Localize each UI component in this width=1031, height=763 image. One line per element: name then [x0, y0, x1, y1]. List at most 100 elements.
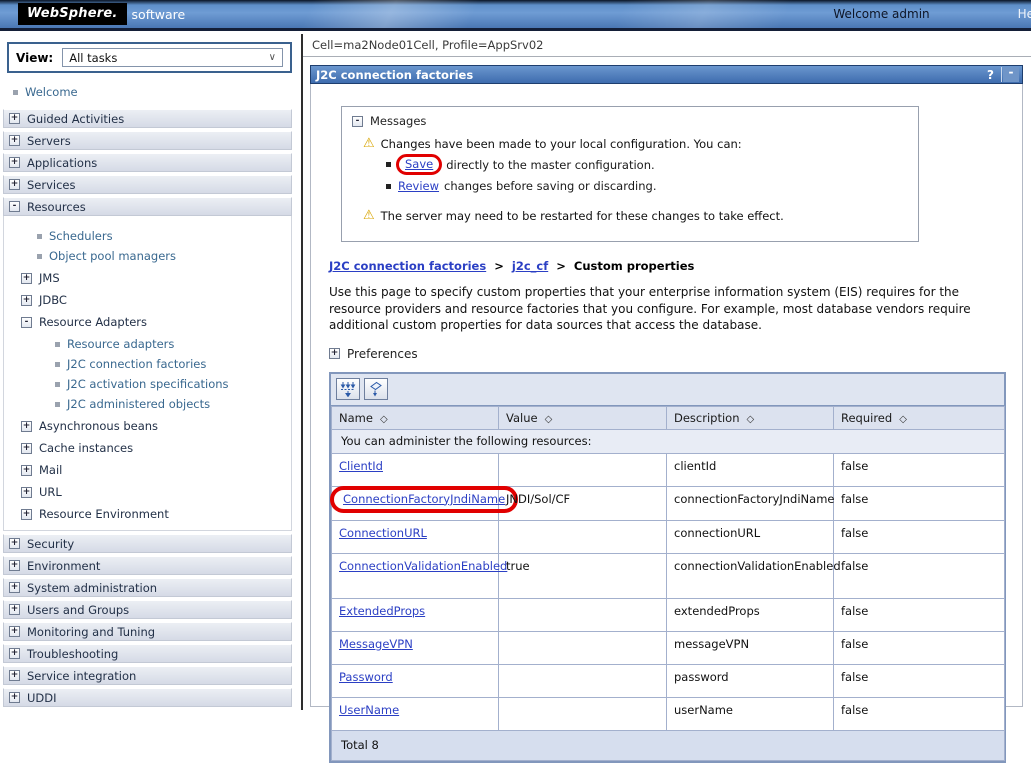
- chevron-down-icon: ∨: [269, 52, 276, 63]
- preferences-toggle[interactable]: + Preferences: [329, 347, 1022, 361]
- expand-icon[interactable]: +: [21, 421, 32, 432]
- sidebar-item-object-pool-managers[interactable]: Object pool managers: [4, 249, 291, 263]
- expand-icon[interactable]: +: [9, 560, 20, 571]
- sidebar-item-schedulers[interactable]: Schedulers: [4, 229, 291, 243]
- column-header-value[interactable]: Value◇: [499, 406, 667, 429]
- bullet-icon: [37, 254, 42, 259]
- navigation-sidebar: View: All tasks ∨ Welcome + Guided Activ…: [0, 34, 301, 710]
- sidebar-node-resource-adapters[interactable]: - Resource Adapters: [4, 315, 291, 329]
- bullet-icon: [386, 162, 391, 167]
- sidebar-item-j2c-administered-objects[interactable]: J2C administered objects: [4, 397, 291, 411]
- sidebar-section-services[interactable]: + Services: [3, 175, 292, 194]
- property-link-password[interactable]: Password: [339, 670, 393, 684]
- sidebar-node-jdbc[interactable]: + JDBC: [4, 293, 291, 307]
- page-description: Use this page to specify custom properti…: [329, 284, 1002, 334]
- expand-icon[interactable]: +: [21, 509, 32, 520]
- table-row: ConnectionValidationEnabled true connect…: [332, 553, 1005, 598]
- custom-properties-table: Name◇ Value◇ Description◇ Required◇ You …: [329, 372, 1006, 763]
- sidebar-item-welcome[interactable]: Welcome: [13, 85, 301, 99]
- sidebar-section-applications[interactable]: + Applications: [3, 153, 292, 172]
- sidebar-node-mail[interactable]: + Mail: [4, 463, 291, 477]
- sidebar-item-resource-adapters[interactable]: Resource adapters: [4, 337, 291, 351]
- j2c-panel: J2C connection factories ? - - Messages …: [310, 65, 1023, 707]
- column-header-name[interactable]: Name◇: [332, 406, 499, 429]
- view-select-value: All tasks: [69, 51, 117, 65]
- sort-icon[interactable]: ◇: [747, 414, 755, 425]
- sidebar-node-resource-environment[interactable]: + Resource Environment: [4, 507, 291, 521]
- sidebar-section-users-and-groups[interactable]: + Users and Groups: [3, 600, 292, 619]
- welcome-link[interactable]: Welcome: [25, 85, 78, 99]
- column-header-required[interactable]: Required◇: [834, 406, 1005, 429]
- expand-icon[interactable]: +: [21, 273, 32, 284]
- sidebar-section-servers[interactable]: + Servers: [3, 131, 292, 150]
- collapse-icon[interactable]: -: [352, 116, 363, 127]
- expand-icon[interactable]: +: [9, 135, 20, 146]
- sidebar-section-service-integration[interactable]: + Service integration: [3, 666, 292, 685]
- sidebar-section-uddi[interactable]: + UDDI: [3, 688, 292, 707]
- sidebar-node-jms[interactable]: + JMS: [4, 271, 291, 285]
- sidebar-item-j2c-activation-specifications[interactable]: J2C activation specifications: [4, 377, 291, 391]
- sidebar-section-security[interactable]: + Security: [3, 534, 292, 553]
- sort-icon[interactable]: ◇: [899, 414, 907, 425]
- collapse-icon[interactable]: -: [21, 317, 32, 328]
- expand-icon[interactable]: +: [9, 538, 20, 549]
- save-link[interactable]: Save: [405, 157, 433, 171]
- column-header-description[interactable]: Description◇: [667, 406, 834, 429]
- table-row: ClientId clientId false: [332, 453, 1005, 486]
- property-link-clientid[interactable]: ClientId: [339, 459, 383, 473]
- save-option-row: Save directly to the master configuratio…: [386, 157, 908, 172]
- expand-icon[interactable]: +: [21, 443, 32, 454]
- sidebar-section-troubleshooting[interactable]: + Troubleshooting: [3, 644, 292, 663]
- view-filter-box: View: All tasks ∨: [7, 42, 292, 73]
- review-link[interactable]: Review: [398, 179, 439, 193]
- breadcrumb-j2c-cf[interactable]: j2c_cf: [512, 259, 548, 273]
- sidebar-node-url[interactable]: + URL: [4, 485, 291, 499]
- expand-icon[interactable]: +: [9, 692, 20, 703]
- property-link-connectionurl[interactable]: ConnectionURL: [339, 526, 427, 540]
- breadcrumb-j2c-connection-factories[interactable]: J2C connection factories: [329, 259, 486, 273]
- expand-icon[interactable]: +: [329, 348, 340, 359]
- minimize-icon[interactable]: -: [1003, 67, 1019, 82]
- view-select[interactable]: All tasks ∨: [62, 48, 283, 67]
- messages-box: - Messages ⚠ Changes have been made to y…: [341, 106, 919, 242]
- help-icon[interactable]: ?: [980, 68, 1001, 82]
- sidebar-node-asynchronous-beans[interactable]: + Asynchronous beans: [4, 419, 291, 433]
- property-link-connectionfactoryjndiname[interactable]: ConnectionFactoryJndiName: [343, 492, 505, 506]
- collapse-icon[interactable]: -: [9, 201, 20, 212]
- expand-icon[interactable]: +: [9, 604, 20, 615]
- expand-icon[interactable]: +: [21, 487, 32, 498]
- sidebar-section-monitoring-and-tuning[interactable]: + Monitoring and Tuning: [3, 622, 292, 641]
- sidebar-section-guided-activities[interactable]: + Guided Activities: [3, 109, 292, 128]
- expand-icon[interactable]: +: [9, 582, 20, 593]
- sidebar-section-resources[interactable]: - Resources: [3, 197, 292, 216]
- expand-icon[interactable]: +: [9, 179, 20, 190]
- sidebar-section-environment[interactable]: + Environment: [3, 556, 292, 575]
- expand-icon[interactable]: +: [21, 295, 32, 306]
- sort-icon[interactable]: ◇: [380, 414, 388, 425]
- panel-titlebar: J2C connection factories ? -: [310, 65, 1023, 84]
- sort-icon[interactable]: ◇: [545, 414, 553, 425]
- table-row: ExtendedProps extendedProps false: [332, 598, 1005, 631]
- property-link-extendedprops[interactable]: ExtendedProps: [339, 604, 425, 618]
- table-row: UserName userName false: [332, 697, 1005, 730]
- expand-icon[interactable]: +: [9, 670, 20, 681]
- clear-filter-button[interactable]: [364, 378, 388, 400]
- sidebar-section-system-administration[interactable]: + System administration: [3, 578, 292, 597]
- help-link[interactable]: Help: [1018, 7, 1031, 21]
- expand-icon[interactable]: +: [9, 648, 20, 659]
- table-toolbar: [331, 374, 1004, 406]
- warning-icon: ⚠: [363, 137, 375, 150]
- expand-icon[interactable]: +: [21, 465, 32, 476]
- table-row: ConnectionURL connectionURL false: [332, 520, 1005, 553]
- property-link-messagevpn[interactable]: MessageVPN: [339, 637, 413, 651]
- expand-icon[interactable]: +: [9, 626, 20, 637]
- expand-icon[interactable]: +: [9, 157, 20, 168]
- sidebar-item-j2c-connection-factories[interactable]: J2C connection factories: [4, 357, 291, 371]
- show-filter-button[interactable]: [336, 378, 360, 400]
- property-link-connectionvalidationenabled[interactable]: ConnectionValidationEnabled: [339, 559, 507, 573]
- sidebar-node-cache-instances[interactable]: + Cache instances: [4, 441, 291, 455]
- bullet-icon: [55, 382, 60, 387]
- clear-filter-icon: [368, 381, 384, 397]
- table-total-row: Total 8: [332, 730, 1005, 760]
- expand-icon[interactable]: +: [9, 113, 20, 124]
